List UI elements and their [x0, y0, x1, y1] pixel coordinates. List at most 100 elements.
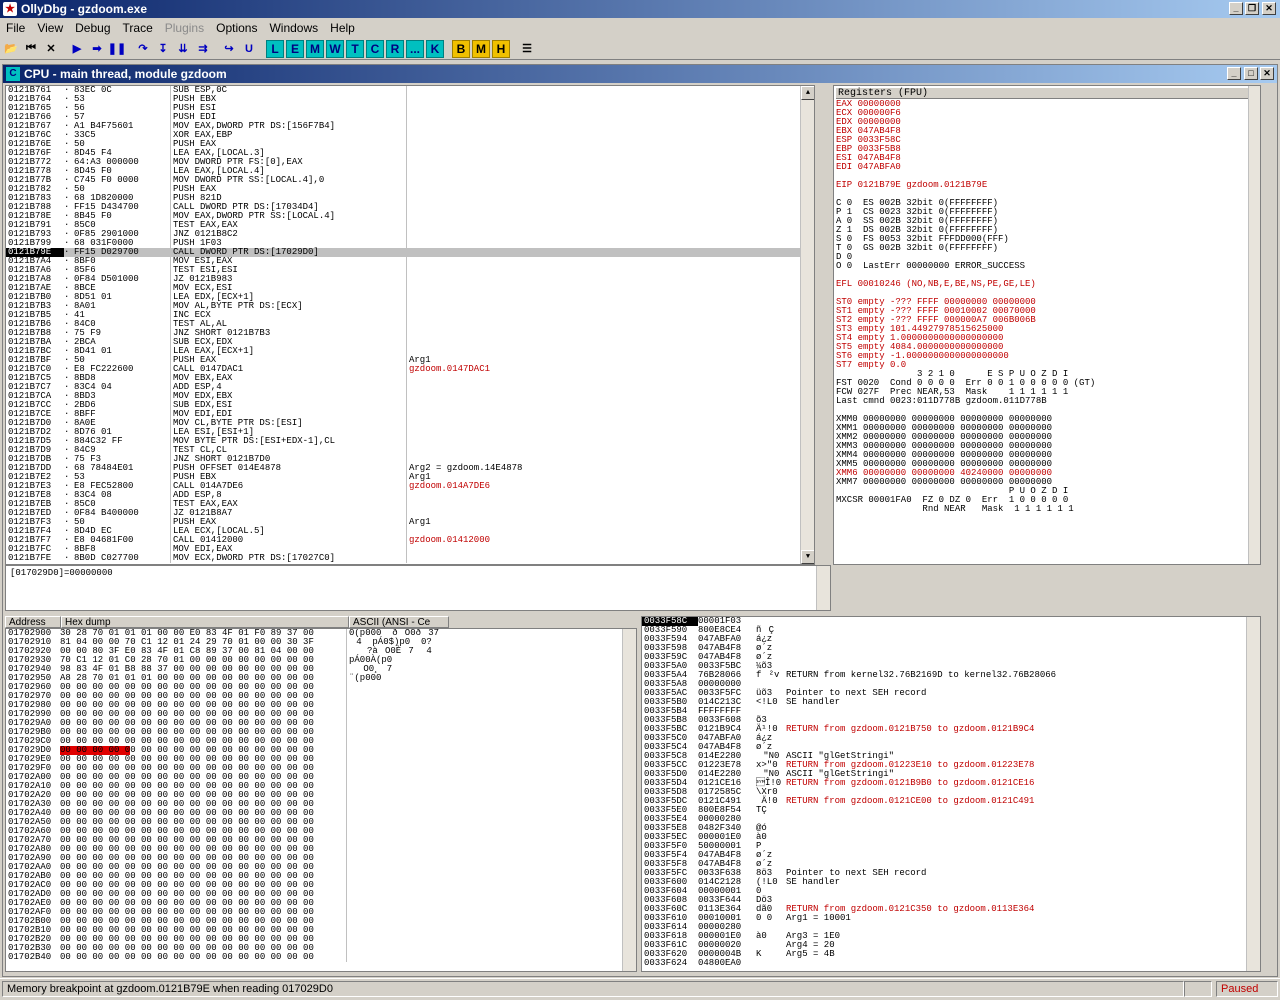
disasm-row[interactable]: 0121B7B5 · 41 INC ECX	[6, 311, 814, 320]
registers-scrollbar[interactable]	[1248, 86, 1260, 564]
run-icon[interactable]: ▶	[68, 40, 86, 58]
disasm-row[interactable]: 0121B764 · 53 PUSH EBX	[6, 95, 814, 104]
disasm-row[interactable]: 0121B7B6 · 84C0 TEST AL,AL	[6, 320, 814, 329]
disasm-row[interactable]: 0121B7D0 · 8A0E MOV CL,BYTE PTR DS:[ESI]	[6, 419, 814, 428]
cpu-minimize-button[interactable]: _	[1227, 67, 1241, 80]
disasm-row[interactable]: 0121B788 · FF15 D434700 CALL DWORD PTR DS:[…	[6, 203, 814, 212]
call-stack-button[interactable]: K	[426, 39, 444, 58]
execute-till-user-code-icon[interactable]: U	[240, 40, 258, 58]
disasm-row[interactable]: 0121B7F7 · E8 04681F00 CALL 01412000 gzdoom.…	[6, 536, 814, 545]
pause-icon[interactable]: ❚❚	[108, 40, 126, 58]
step-over-icon[interactable]: ↧	[154, 40, 172, 58]
disasm-comment	[406, 221, 814, 230]
trace-over-icon[interactable]: ⇉	[194, 40, 212, 58]
run-thread-icon[interactable]: ➡	[88, 40, 106, 58]
disasm-hex: 56	[74, 103, 85, 113]
stack-pane[interactable]: 0033F58C 00001F03 0033F590 800E8CE4 ñÇ 003…	[641, 616, 1261, 972]
disasm-comment	[406, 320, 814, 329]
scroll-up-arrow-icon[interactable]: ▲	[801, 86, 814, 100]
memory-map-button[interactable]: M	[306, 39, 324, 58]
step-into-icon[interactable]: ↷	[134, 40, 152, 58]
cpu-close-button[interactable]: ✕	[1260, 67, 1274, 80]
execute-till-return-icon[interactable]: ↪	[220, 40, 238, 58]
scroll-down-arrow-icon[interactable]: ▼	[801, 550, 814, 564]
modules-button[interactable]: E	[286, 39, 304, 58]
hex-ascii	[346, 800, 448, 809]
info-scrollbar[interactable]	[816, 566, 830, 610]
hex-col-ascii[interactable]: ASCII (ANSI - Ce	[349, 616, 449, 628]
disasm-row[interactable]: 0121B7D2 · 8D76 01 LEA ESI,[ESI+1]	[6, 428, 814, 437]
disasm-comment	[406, 86, 814, 95]
disassembly-scrollbar[interactable]: ▲ ▼	[800, 86, 814, 564]
disasm-row[interactable]: 0121B765 · 56 PUSH ESI	[6, 104, 814, 113]
hardware-breakpoints-button[interactable]: H	[492, 39, 510, 58]
disasm-comment	[406, 347, 814, 356]
disasm-row[interactable]: 0121B7CE · 8BFF MOV EDI,EDI	[6, 410, 814, 419]
disasm-row[interactable]: 0121B7BA · 2BCA SUB ECX,EDX	[6, 338, 814, 347]
menu-options[interactable]: Options	[210, 21, 263, 35]
menu-debug[interactable]: Debug	[69, 21, 116, 35]
close-program-icon[interactable]: ✕	[42, 40, 60, 58]
menu-windows[interactable]: Windows	[263, 21, 324, 35]
open-file-icon[interactable]: 📂	[2, 40, 20, 58]
disasm-row[interactable]: 0121B7D5 · 884C32 FF MOV BYTE PTR DS:[ESI+E…	[6, 437, 814, 446]
disasm-row[interactable]: 0121B7AE · 8BCE MOV ECX,ESI	[6, 284, 814, 293]
restart-icon[interactable]: ⏮	[22, 40, 40, 58]
disasm-row[interactable]: 0121B7B3 · 8A01 MOV AL,BYTE PTR DS:[ECX]	[6, 302, 814, 311]
cpu-button[interactable]: C	[366, 39, 384, 58]
disasm-row[interactable]: 0121B761 · 83EC 0C SUB ESP,0C	[6, 86, 814, 95]
close-button[interactable]: ✕	[1262, 2, 1276, 15]
windows-button[interactable]: W	[326, 39, 344, 58]
stack-row[interactable]: 0033F624 04800EA0 	[642, 959, 1260, 968]
disasm-row[interactable]: 0121B77B · C745 F0 0000 MOV DWORD PTR SS:[L…	[6, 176, 814, 185]
disasm-row[interactable]: 0121B7A8 · 0F84 D501000 JZ 0121B983	[6, 275, 814, 284]
hex-col-hexdump[interactable]: Hex dump	[61, 616, 349, 628]
minimize-button[interactable]: _	[1229, 2, 1243, 15]
disasm-row[interactable]: 0121B7CA · 8BD3 MOV EDX,EBX	[6, 392, 814, 401]
memory-breakpoints-button[interactable]: M	[472, 39, 490, 58]
disasm-hex: 53	[74, 94, 85, 104]
disasm-row[interactable]: 0121B7C0 · E8 FC222600 CALL 0147DAC1 gzdoom.…	[6, 365, 814, 374]
disasm-comment	[406, 257, 814, 266]
threads-button[interactable]: T	[346, 39, 364, 58]
menu-help[interactable]: Help	[324, 21, 361, 35]
hex-col-address[interactable]: Address	[5, 616, 61, 628]
hex-dump-scrollbar[interactable]	[622, 629, 636, 971]
stack-scrollbar[interactable]	[1246, 617, 1260, 971]
disasm-row[interactable]: 0121B7B8 · 75 F9 JNZ SHORT 0121B7B3	[6, 329, 814, 338]
restore-button[interactable]: ❐	[1245, 2, 1259, 15]
disasm-row[interactable]: 0121B7E8 · 83C4 08 ADD ESP,8	[6, 491, 814, 500]
disasm-row[interactable]: 0121B7C5 · 8BD8 MOV EBX,EAX	[6, 374, 814, 383]
log-window-button[interactable]: L	[266, 39, 284, 58]
menu-file[interactable]: File	[0, 21, 31, 35]
disasm-row[interactable]: 0121B79E · FF15 D029700 CALL DWORD PTR DS:[…	[6, 248, 814, 257]
menu-view[interactable]: View	[31, 21, 69, 35]
registers-pane[interactable]: Registers (FPU) EAX 00000000 ECX 000000F6…	[833, 85, 1261, 565]
disasm-row[interactable]: 0121B767 · A1 B4F75601 MOV EAX,DWORD PTR DS…	[6, 122, 814, 131]
cpu-maximize-button[interactable]: □	[1244, 67, 1258, 80]
disasm-row[interactable]: 0121B76E · 50 PUSH EAX	[6, 140, 814, 149]
hex-row[interactable]: 01702B40 00 00 00 00 00 00 00 00 00 00 00…	[6, 953, 636, 962]
disasm-row[interactable]: 0121B7D9 · 84C9 TEST CL,CL	[6, 446, 814, 455]
hex-dump-pane[interactable]: 01702900 30 28 70 01 01 01 00 00 E0 83 4F…	[5, 628, 637, 972]
menu-trace[interactable]: Trace	[117, 21, 159, 35]
disasm-row[interactable]: 0121B78E · 8B45 F0 MOV EAX,DWORD PTR SS:[LO…	[6, 212, 814, 221]
stack-comment: SE handler	[786, 877, 841, 887]
disasm-row[interactable]: 0121B7E3 · E8 FEC52800 CALL 014A7DE6 gzdoom.…	[6, 482, 814, 491]
run-trace-button[interactable]: ...	[406, 39, 424, 58]
disasm-row[interactable]: 0121B7B0 · 8D51 01 LEA EDX,[ECX+1]	[6, 293, 814, 302]
list-icon[interactable]: ☰	[518, 40, 536, 58]
disassembly-pane[interactable]: 0121B761 · 83EC 0C SUB ESP,0C 0121B764 · 53 PUS…	[5, 85, 815, 565]
disasm-row[interactable]: 0121B7CC · 2BD6 SUB EDX,ESI	[6, 401, 814, 410]
disasm-row[interactable]: 0121B7FE · 8B0D C027700 MOV ECX,DWORD PTR D…	[6, 554, 814, 563]
disasm-row[interactable]: 0121B7A4 · 8BF0 MOV ESI,EAX	[6, 257, 814, 266]
disasm-row[interactable]: 0121B76C · 33C5 XOR EAX,EBP	[6, 131, 814, 140]
references-button[interactable]: R	[386, 39, 404, 58]
disasm-row[interactable]: 0121B7F3 · 50 PUSH EAX Arg1	[6, 518, 814, 527]
trace-into-icon[interactable]: ⇊	[174, 40, 192, 58]
breakpoints-button[interactable]: B	[452, 39, 470, 58]
menu-plugins[interactable]: Plugins	[159, 21, 210, 35]
disasm-comment	[406, 203, 814, 212]
disasm-row[interactable]: 0121B7C7 · 83C4 04 ADD ESP,4	[6, 383, 814, 392]
disasm-row[interactable]: 0121B772 · 64:A3 000000 MOV DWORD PTR FS:[0…	[6, 158, 814, 167]
